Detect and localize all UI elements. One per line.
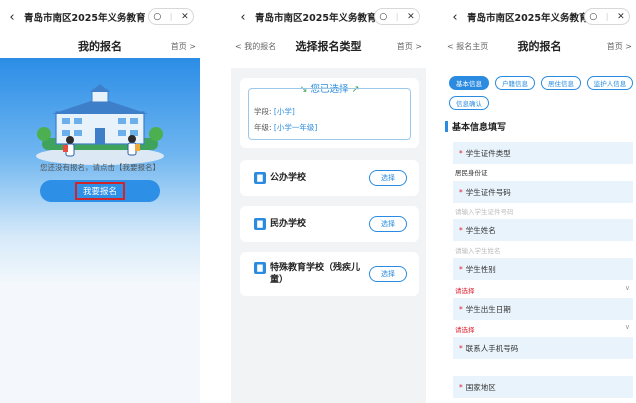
more-icon[interactable]: ○ (153, 12, 161, 22)
enroll-button-label: 我要报名 (74, 182, 125, 200)
option-label: 特殊教育学校（残疾儿童） (270, 263, 361, 285)
option-label: 公办学校 (270, 173, 307, 183)
option-label: 民办学校 (270, 219, 307, 229)
tab-residence-info[interactable]: 居住信息 (541, 76, 581, 90)
option-public-school: ▇ 公办学校 选择 (240, 160, 419, 196)
stage-value: [小学] (273, 107, 295, 116)
app-title: 青岛市南区2025年义务教育 (24, 13, 146, 24)
more-icon[interactable]: ○ (589, 12, 597, 22)
back-link[interactable]: < 报名主页 (447, 41, 488, 52)
select-button[interactable]: 选择 (369, 216, 407, 232)
birth-date-select[interactable]: 请选择 (455, 324, 475, 334)
field-student-name: * 学生姓名 (453, 219, 633, 241)
field-country-region: * 国家地区 (453, 376, 633, 398)
field-label: 学生姓名 (465, 225, 496, 235)
page-title: 我的报名 (78, 40, 122, 53)
back-arrow-icon[interactable]: ‹ (447, 10, 463, 25)
field-label: 学生性别 (465, 264, 496, 274)
student-name-input[interactable]: 请输入学生姓名 (455, 245, 501, 255)
field-student-gender: * 学生性别 (453, 258, 633, 280)
close-icon[interactable]: ✕ (407, 12, 415, 22)
title-bar: ‹ 青岛市南区2025年义务教育 ○ | ✕ (231, 0, 426, 34)
grade-value: [小学一年级] (273, 123, 318, 132)
stage-line: 学段: [小学] (254, 106, 295, 117)
page-header: < 报名主页 我的报名 首页 > (443, 34, 636, 58)
school-building-icon: ▇ (254, 172, 266, 184)
select-button[interactable]: 选择 (369, 266, 407, 282)
home-link[interactable]: 首页 > (171, 41, 196, 52)
school-building-icon: ▇ (254, 262, 266, 274)
field-id-type: * 学生证件类型 (453, 142, 633, 164)
tab-basic-info[interactable]: 基本信息 (449, 76, 489, 90)
id-type-select[interactable]: 居民身份证 (455, 167, 488, 177)
screen-basic-info-form: ‹ 青岛市南区2025年义务教育 ○ | ✕ < 报名主页 我的报名 首页 > … (443, 0, 636, 403)
back-arrow-icon[interactable]: ‹ (4, 10, 20, 25)
field-label: 学生证件号码 (465, 187, 511, 197)
back-link[interactable]: < 我的报名 (235, 41, 276, 52)
title-bar: ‹ 青岛市南区2025年义务教育 ○ | ✕ (443, 0, 636, 34)
chevron-down-icon[interactable]: ∨ (625, 284, 630, 292)
tab-guardian-info[interactable]: 监护人信息 (587, 76, 633, 90)
field-label: 联系人手机号码 (465, 343, 519, 353)
home-link[interactable]: 首页 > (607, 41, 632, 52)
page-header: < 我的报名 选择报名类型 首页 > (231, 34, 426, 58)
tab-household-info[interactable]: 户籍信息 (495, 76, 535, 90)
title-bar: ‹ 青岛市南区2025年义务教育 ○ | ✕ (0, 0, 200, 34)
selected-card: ↘ 您已选择 ↗ 学段: [小学] 年级: [小学一年级] (240, 78, 419, 148)
page-title: 我的报名 (517, 40, 562, 53)
back-arrow-icon[interactable]: ‹ (235, 10, 251, 25)
select-button[interactable]: 选择 (369, 170, 407, 186)
grade-line: 年级: [小学一年级] (254, 122, 317, 133)
close-icon[interactable]: ✕ (617, 12, 625, 22)
school-illustration (36, 84, 164, 165)
field-contact-phone: * 联系人手机号码 (453, 337, 633, 359)
screen-my-enrollment-empty: ‹ 青岛市南区2025年义务教育 ○ | ✕ 我的报名 首页 > 您还没有报名，… (0, 0, 200, 403)
field-birth-date: * 学生出生日期 (453, 298, 633, 320)
grade-label: 年级: (254, 123, 272, 132)
stage-label: 学段: (254, 107, 272, 116)
mini-program-capsule: ○ | ✕ (148, 8, 194, 25)
page-body: 您还没有报名，请点击【我要报名】 我要报名 (0, 58, 200, 403)
close-icon[interactable]: ✕ (181, 12, 189, 22)
mini-program-capsule: ○ | ✕ (374, 8, 420, 25)
option-private-school: ▇ 民办学校 选择 (240, 206, 419, 242)
section-title-text: 基本信息填写 (452, 123, 507, 133)
enroll-button[interactable]: 我要报名 (40, 180, 160, 202)
option-special-school: ▇ 特殊教育学校（残疾儿童） 选择 (240, 252, 419, 296)
id-number-input[interactable]: 请输入学生证件号码 (455, 206, 514, 216)
field-label: 学生出生日期 (465, 304, 511, 314)
page-title: 选择报名类型 (295, 40, 362, 53)
field-label: 学生证件类型 (465, 148, 511, 158)
page-body: ↘ 您已选择 ↗ 学段: [小学] 年级: [小学一年级] ▇ 公办学校 选择 … (231, 68, 426, 403)
gender-select[interactable]: 请选择 (455, 285, 475, 295)
screen-select-enrollment-type: ‹ 青岛市南区2025年义务教育 ○ | ✕ < 我的报名 选择报名类型 首页 … (231, 0, 426, 403)
school-building-icon: ▇ (254, 218, 266, 230)
empty-state-text: 您还没有报名，请点击【我要报名】 (40, 163, 160, 172)
field-label: 国家地区 (465, 382, 496, 392)
field-id-number: * 学生证件号码 (453, 181, 633, 203)
home-link[interactable]: 首页 > (397, 41, 422, 52)
app-title: 青岛市南区2025年义务教育 (467, 13, 589, 24)
mini-program-capsule: ○ | ✕ (584, 8, 630, 25)
section-title: 基本信息填写 (445, 120, 506, 133)
chevron-down-icon[interactable]: ∨ (625, 323, 630, 331)
more-icon[interactable]: ○ (379, 12, 387, 22)
app-title: 青岛市南区2025年义务教育 (255, 13, 377, 24)
page-header: 我的报名 首页 > (0, 34, 200, 58)
tab-confirm-info[interactable]: 信息确认 (449, 96, 489, 110)
